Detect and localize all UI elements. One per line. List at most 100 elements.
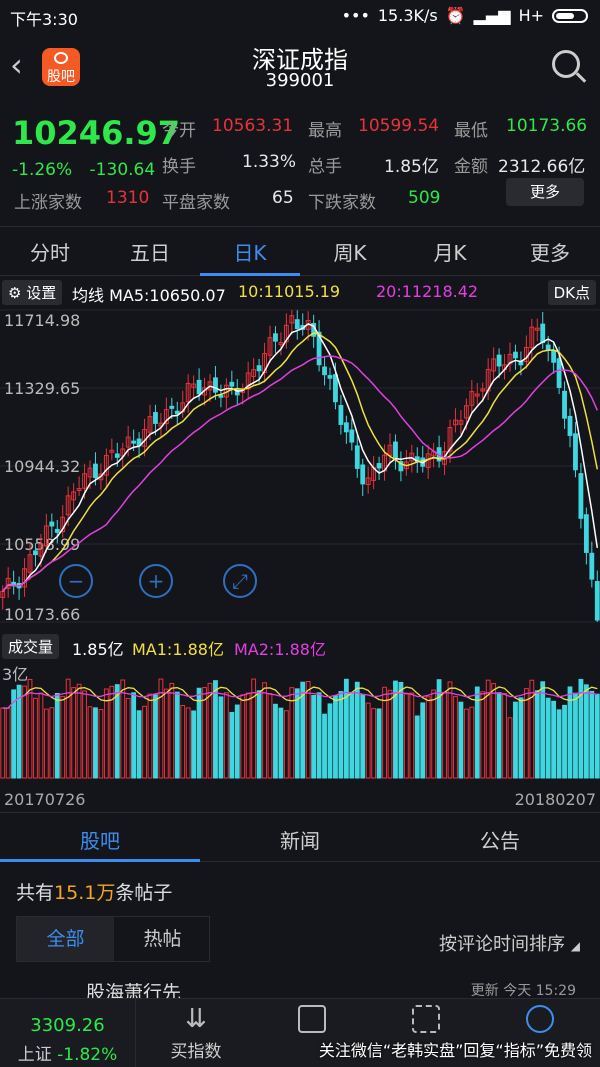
status-dots: ••• — [341, 6, 370, 25]
volume-bar — [93, 707, 98, 779]
volume-bar — [163, 688, 169, 779]
volume-bar — [398, 681, 404, 779]
candle — [256, 365, 262, 372]
volume-bar — [343, 678, 349, 779]
tab-more[interactable]: 更多 — [500, 237, 600, 266]
buy-index-button[interactable]: ⇊ 买指数 — [136, 999, 256, 1067]
candle — [594, 581, 600, 621]
volume-bar — [594, 693, 600, 779]
volume-bar — [403, 693, 409, 779]
candle — [354, 445, 360, 469]
header: ‹ 股吧 深证成指 399001 — [0, 32, 600, 102]
candle — [333, 374, 338, 403]
sort-dropdown[interactable]: 按评论时间排序 ◢ — [439, 930, 580, 956]
volume-bar — [245, 692, 251, 779]
volume-bar — [185, 707, 191, 779]
volume-bar — [87, 706, 93, 779]
more-button[interactable]: 更多 — [506, 178, 584, 206]
search-icon[interactable] — [552, 50, 580, 78]
volume-bar — [27, 679, 33, 779]
volume-button[interactable]: 成交量 — [2, 634, 60, 659]
candle — [583, 514, 589, 553]
candle — [343, 422, 349, 433]
tab-five-day[interactable]: 五日 — [100, 237, 200, 266]
up-count: 1310 — [106, 188, 150, 208]
active-content-tab-indicator — [0, 859, 200, 862]
signal-icon: ▂▄▆ — [473, 6, 511, 25]
volume-bar — [49, 707, 55, 779]
kline-chart[interactable]: 11714.9811329.6510944.3210558.9910173.66… — [0, 306, 600, 630]
gear-icon: ⚙ — [8, 284, 22, 302]
tab-announcements[interactable]: 公告 — [400, 825, 600, 854]
volume-bar — [283, 710, 289, 779]
tab-monthly-k[interactable]: 月K — [400, 237, 500, 266]
fullscreen-icon-glyph: ⤢ — [232, 569, 248, 593]
volume-bar — [33, 697, 38, 779]
candle — [169, 405, 175, 409]
tab-daily-k[interactable]: 日K — [200, 237, 300, 266]
price-change: -1.26% -130.64 — [12, 160, 156, 180]
volume-bar — [202, 687, 207, 779]
shanghai-index[interactable]: 3309.26 上证 -1.82% — [0, 999, 136, 1067]
plus-circle-icon — [526, 1005, 554, 1033]
candle — [213, 377, 218, 393]
volume-bar — [103, 688, 109, 779]
volume-bar — [180, 704, 186, 779]
volume-bar — [556, 709, 562, 779]
tab-guba[interactable]: 股吧 — [0, 825, 200, 854]
volume-bar — [311, 694, 317, 779]
volume-bar — [169, 682, 175, 779]
volume-bar — [43, 708, 49, 779]
chart-tabs: 分时 五日 日K 周K 月K 更多 — [0, 226, 600, 276]
volume-bar — [0, 707, 6, 779]
battery-icon — [552, 8, 588, 23]
volume-bar — [294, 688, 300, 779]
current-price: 10246.97 — [12, 114, 181, 152]
dk-button[interactable]: DK点 — [547, 280, 596, 305]
volume-bar — [469, 706, 475, 779]
volume-bar — [534, 690, 540, 779]
volume-bar — [131, 692, 137, 779]
edit-icon — [298, 1005, 326, 1033]
tab-news[interactable]: 新闻 — [200, 825, 400, 854]
volume-bar — [458, 701, 464, 779]
volume-label: 总手 — [308, 157, 342, 177]
volume-axis-label: 3亿 — [2, 665, 28, 684]
sh-index-pct: -1.82% — [57, 1045, 118, 1065]
volume-bar — [54, 692, 60, 779]
filter-all[interactable]: 全部 — [17, 917, 114, 961]
volume-bar — [518, 697, 524, 779]
volume-bar — [256, 690, 262, 779]
volume-bar — [82, 690, 87, 779]
volume-bar — [442, 691, 447, 779]
volume-chart: 3亿 — [0, 665, 600, 779]
volume-bar — [65, 678, 71, 779]
flat-count-label: 平盘家数 — [162, 193, 230, 213]
sh-index-name: 上证 — [17, 1045, 52, 1065]
tab-intraday[interactable]: 分时 — [0, 237, 100, 266]
volume-bar — [278, 707, 284, 779]
candle — [229, 381, 235, 387]
candle — [33, 550, 38, 556]
turnover-label: 换手 — [162, 157, 196, 177]
volume-bar — [142, 705, 147, 779]
turnover-value: 1.33% — [242, 152, 297, 172]
zoom-out-icon-glyph: − — [68, 569, 85, 593]
candle — [567, 415, 573, 436]
filter-hot[interactable]: 热帖 — [114, 917, 211, 961]
candle — [273, 333, 278, 342]
volume-bar — [496, 692, 502, 779]
volume-bar — [540, 681, 546, 779]
grid-icon — [412, 1005, 440, 1033]
volume-bar — [529, 679, 535, 779]
volume-value: 1.85亿 — [72, 640, 124, 659]
candle — [196, 379, 202, 395]
volume-bar — [491, 683, 497, 779]
candle — [54, 528, 60, 533]
candle — [322, 366, 327, 376]
settings-button[interactable]: ⚙ 设置 — [2, 280, 63, 305]
volume-bar — [502, 693, 507, 779]
vol-ma1-line — [2, 686, 598, 709]
y-tick-label: 11329.65 — [4, 379, 80, 398]
tab-weekly-k[interactable]: 周K — [300, 237, 400, 266]
